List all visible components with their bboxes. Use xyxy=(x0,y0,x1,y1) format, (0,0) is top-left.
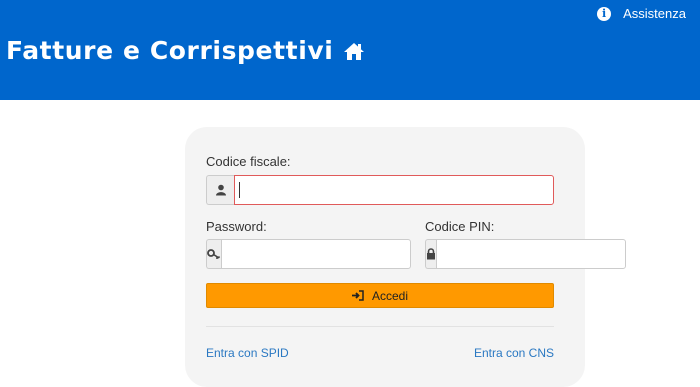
password-label: Password: xyxy=(206,219,267,234)
password-group xyxy=(206,239,411,269)
sign-in-icon xyxy=(351,290,364,301)
home-icon[interactable] xyxy=(343,40,365,62)
divider xyxy=(206,326,554,327)
cns-link[interactable]: Entra con CNS xyxy=(474,346,554,360)
user-icon xyxy=(206,175,234,205)
codice-fiscale-group xyxy=(206,175,554,205)
login-card: Codice fiscale: Password: Codice PIN: Ac… xyxy=(185,127,626,387)
key-icon xyxy=(206,239,221,269)
help-link[interactable]: i Assistenza xyxy=(597,6,686,21)
accedi-button[interactable]: Accedi xyxy=(206,283,554,308)
help-label: Assistenza xyxy=(623,6,686,21)
text-cursor xyxy=(239,182,240,198)
lock-icon xyxy=(425,239,436,269)
info-icon: i xyxy=(597,6,612,21)
page-title-text: Fatture e Corrispettivi xyxy=(6,36,334,65)
pin-group xyxy=(425,239,626,269)
pin-label: Codice PIN: xyxy=(425,219,495,234)
password-input[interactable] xyxy=(221,239,411,269)
pin-input[interactable] xyxy=(436,239,626,269)
accedi-label: Accedi xyxy=(371,288,409,303)
codice-fiscale-input[interactable] xyxy=(234,175,554,205)
codice-fiscale-label: Codice fiscale: xyxy=(206,154,291,169)
spid-link[interactable]: Entra con SPID xyxy=(206,346,289,360)
top-header: i Assistenza Fatture e Corrispettivi xyxy=(0,0,700,100)
page-title: Fatture e Corrispettivi xyxy=(6,36,365,65)
